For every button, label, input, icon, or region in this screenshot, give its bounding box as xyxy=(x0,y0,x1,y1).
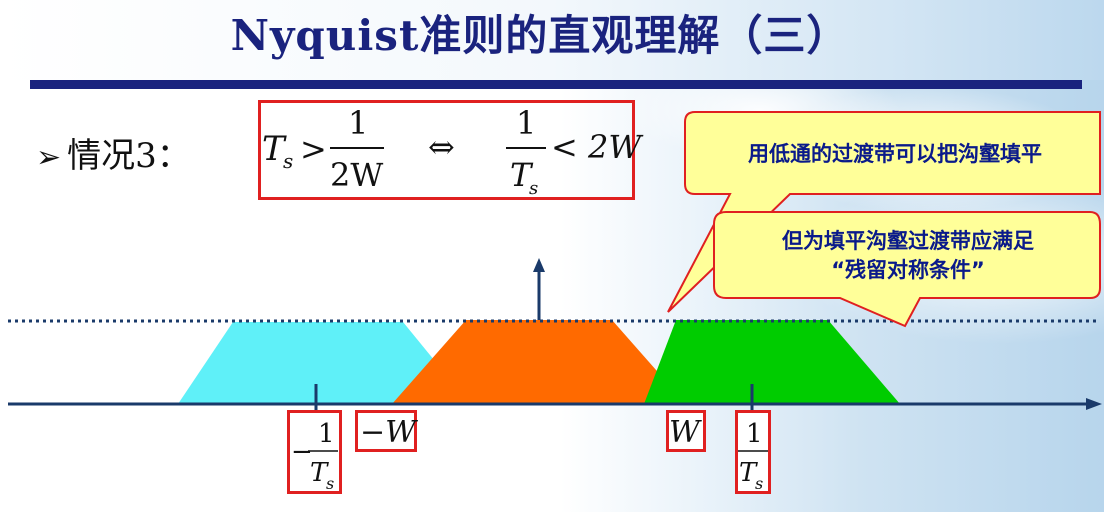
pos-inv-ts-num: 1 xyxy=(746,419,763,449)
pos-inv-ts-sub: s xyxy=(755,474,763,493)
neg-inv-ts-num: 1 xyxy=(318,419,335,449)
tick-labels-svg: − 1 T s −W W 1 T s xyxy=(291,415,768,493)
neg-w-label: −W xyxy=(360,415,418,450)
neg-inv-ts-sub: s xyxy=(326,474,334,493)
pos-w-label: W xyxy=(669,415,702,450)
